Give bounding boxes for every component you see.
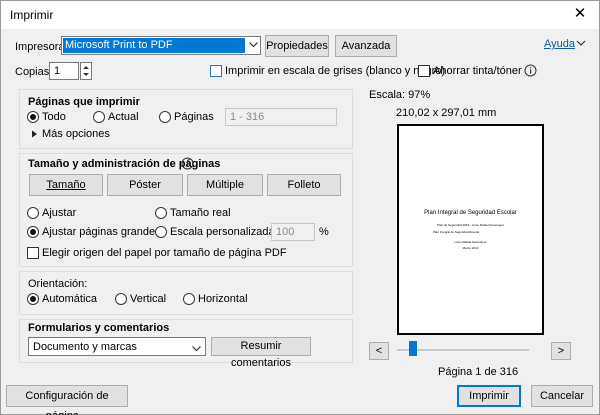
advanced-button[interactable]: Avanzada (335, 35, 397, 57)
help-expand-icon[interactable] (576, 39, 586, 51)
save-ink-label: Ahorrar tinta/tóner (433, 65, 522, 77)
preview-page: Plan Integral de Seguridad Escolar Plan … (397, 124, 544, 335)
previous-page-button[interactable]: < (369, 342, 389, 360)
fit-radio[interactable] (27, 207, 39, 219)
tab-booklet-label: Folleto (287, 179, 321, 191)
printer-select[interactable]: Microsoft Print to PDF (61, 36, 261, 55)
orientation-auto-radio[interactable] (27, 293, 39, 305)
grayscale-checkbox[interactable] (210, 65, 222, 77)
print-button[interactable]: Imprimir (457, 385, 521, 407)
actual-size-label: Tamaño real (170, 207, 231, 219)
preview-doc-line: Marzo 2019 (462, 246, 479, 250)
summarize-comments-button[interactable]: Resumir comentarios (211, 337, 311, 369)
info-icon[interactable] (524, 64, 537, 80)
close-icon[interactable]: ✕ (567, 3, 593, 25)
forms-comments-select[interactable]: Documento y marcas (28, 337, 206, 356)
tab-booklet[interactable]: Folleto (267, 174, 341, 196)
preview-doc-title: Plan Integral de Seguridad Escolar (424, 210, 517, 216)
grayscale-label: Imprimir en escala de grises (blanco y n… (225, 65, 446, 77)
orientation-landscape-radio[interactable] (183, 293, 195, 305)
pages-all-radio[interactable] (27, 111, 39, 123)
expand-triangle-icon[interactable] (31, 129, 38, 141)
chevron-down-icon (192, 343, 201, 355)
copies-input[interactable]: 1 (49, 62, 79, 80)
custom-scale-input[interactable]: 100 (271, 223, 315, 241)
preview-doc-line: Plan de Seguridad 2019 - Liceo Rafael So… (437, 223, 504, 227)
tab-poster-label: Póster (129, 179, 161, 191)
help-link[interactable]: Ayuda (544, 38, 575, 50)
page-setup-button[interactable]: Configuración de página... (6, 385, 128, 415)
window-title: Imprimir (10, 8, 54, 22)
info-icon[interactable] (181, 157, 194, 173)
actual-size-radio[interactable] (155, 207, 167, 219)
pages-range-label: Páginas (174, 111, 214, 123)
choose-paper-source-checkbox[interactable] (27, 247, 39, 259)
pages-range-radio[interactable] (159, 111, 171, 123)
orientation-portrait-label: Vertical (130, 293, 167, 305)
pages-all-label: Todo (42, 111, 66, 123)
tab-multiple-label: Múltiple (206, 179, 244, 191)
printer-selected-value: Microsoft Print to PDF (63, 38, 245, 53)
cancel-button[interactable]: Cancelar (531, 385, 593, 407)
orientation-heading: Orientación: (28, 278, 88, 290)
orientation-auto-label: Automática (42, 293, 98, 305)
forms-comments-heading: Formularios y comentarios (28, 322, 170, 334)
properties-button[interactable]: Propiedades (265, 35, 329, 57)
tab-size-label: Tamaño (46, 179, 86, 191)
preview-doc-line: Liceo Rafael Sotomayor (454, 240, 487, 244)
pages-to-print-heading: Páginas que imprimir (28, 96, 140, 108)
next-page-button[interactable]: > (551, 342, 571, 360)
copies-label: Copias: (15, 66, 53, 78)
orientation-landscape-label: Horizontal (198, 293, 248, 305)
tab-poster[interactable]: Póster (107, 174, 183, 196)
orientation-portrait-radio[interactable] (115, 293, 127, 305)
save-ink-checkbox[interactable] (418, 65, 430, 77)
page-indicator: Página 1 de 316 (438, 366, 519, 378)
more-options-link[interactable]: Más opciones (42, 128, 110, 140)
tab-size[interactable]: Tamaño (29, 174, 103, 196)
page-slider-thumb[interactable] (409, 341, 417, 356)
shrink-large-pages-label: Ajustar páginas grandes (42, 226, 161, 238)
print-dialog: Imprimir ✕ Impresora: Microsoft Print to… (0, 0, 600, 415)
preview-dimensions: 210,02 x 297,01 mm (396, 107, 497, 119)
custom-scale-radio[interactable] (155, 226, 167, 238)
preview-doc-line: Plan Integral de Seguridad Escolar (433, 230, 480, 234)
custom-scale-label: Escala personalizada: (170, 226, 278, 238)
pages-current-radio[interactable] (93, 111, 105, 123)
copies-stepper[interactable] (80, 62, 92, 80)
preview-scale: Escala: 97% (369, 89, 431, 101)
pages-current-label: Actual (108, 111, 139, 123)
tab-multiple[interactable]: Múltiple (187, 174, 263, 196)
forms-comments-selected: Documento y marcas (33, 341, 137, 353)
title-bar: Imprimir ✕ (1, 1, 599, 29)
fit-label: Ajustar (42, 207, 77, 219)
pages-range-input[interactable]: 1 - 316 (225, 108, 337, 126)
printer-label: Impresora: (15, 41, 68, 53)
percent-sign: % (319, 226, 329, 238)
choose-paper-source-label: Elegir origen del papel por tamaño de pá… (42, 247, 287, 259)
shrink-large-pages-radio[interactable] (27, 226, 39, 238)
chevron-down-icon (246, 37, 260, 54)
